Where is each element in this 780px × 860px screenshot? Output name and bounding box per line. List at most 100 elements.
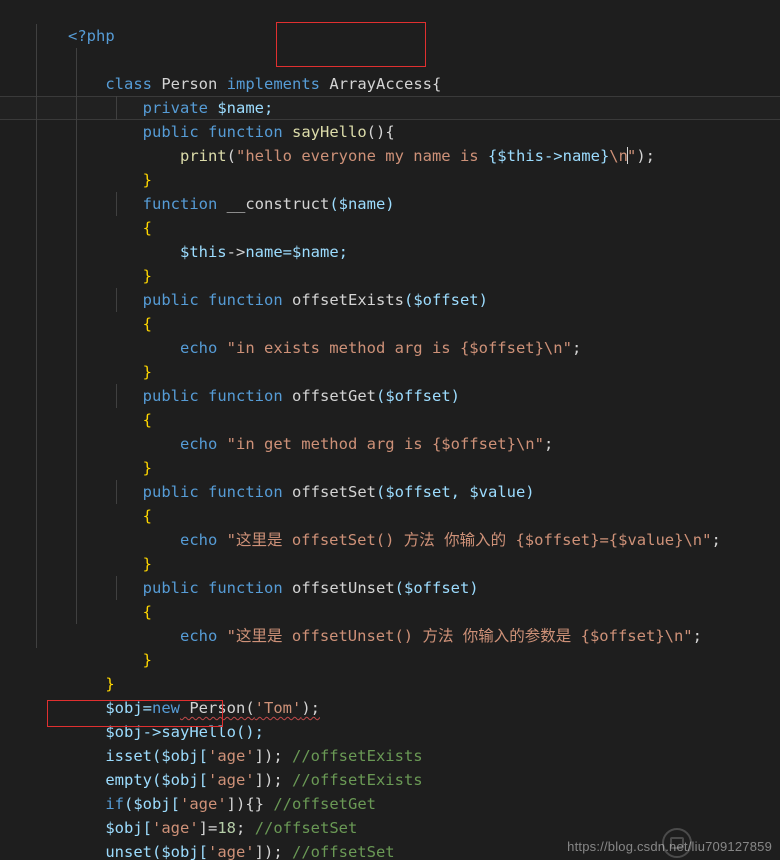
string-literal: "这里是 offsetUnset() 方法 你输入的参数是 {$offset}\… (226, 627, 693, 645)
string-literal: 'age' (207, 843, 255, 860)
keyword-public: public (142, 387, 199, 405)
class-instantiation: Person( (180, 699, 255, 717)
string-literal: 'age' (180, 795, 227, 813)
watermark-url: https://blog.csdn.net/liu709127859 (567, 839, 772, 854)
punctuation: ]); (254, 747, 292, 765)
property-assign: name= (245, 243, 292, 261)
escape-sequence: \n (609, 147, 628, 165)
string-close-quote: " (626, 147, 637, 165)
comment: //offsetGet (273, 795, 376, 813)
keyword-class: class (105, 75, 152, 93)
method-offsetexists: offsetExists (292, 291, 404, 309)
comment: //offsetSet (254, 819, 358, 837)
comment: //offsetExists (291, 771, 423, 789)
number-literal: 18 (217, 819, 237, 837)
code-line[interactable]: $obj=new Person('Tom'); (0, 672, 780, 717)
function-empty: empty($obj[ (105, 771, 208, 789)
assignment-operator: ]= (198, 819, 218, 837)
closing-brace: } (142, 555, 152, 573)
closing-brace-class: } (105, 675, 115, 693)
keyword-function: function (208, 123, 283, 141)
method-construct: __construct (226, 195, 330, 213)
closing-brace: } (142, 267, 152, 285)
opening-brace: { (142, 411, 152, 429)
variable-this: $this (179, 243, 227, 261)
method-sayhello: sayHello (292, 123, 367, 141)
string-literal: 'age' (207, 747, 255, 765)
function-print: print (179, 147, 227, 165)
php-open-tag: <?php (68, 27, 115, 45)
code-line[interactable]: class Person implements ArrayAccess{ (0, 24, 780, 93)
method-call-sayhello: $obj->sayHello(); (105, 723, 264, 741)
punctuation: ( (226, 147, 236, 165)
code-editor[interactable]: <?php class Person implements ArrayAcces… (0, 0, 780, 860)
keyword-function: function (142, 195, 218, 213)
keyword-function: function (208, 291, 283, 309)
keyword-echo: echo (179, 339, 218, 357)
keyword-private: private (142, 99, 208, 117)
closing-brace: } (142, 651, 152, 669)
keyword-public: public (142, 483, 199, 501)
comment: //offsetSet (291, 843, 395, 860)
closing-brace: } (142, 363, 152, 381)
string-literal: "in exists method arg is {$offset}\n" (226, 339, 572, 357)
string-literal: 'Tom' (254, 699, 302, 717)
closing-brace: } (142, 459, 152, 477)
punctuation: ); (301, 699, 320, 717)
code-line[interactable]: private $name; (0, 48, 780, 117)
semicolon: ; (543, 435, 554, 453)
punctuation: ]); (254, 843, 292, 860)
keyword-echo: echo (179, 531, 218, 549)
method-offsetunset: offsetUnset (292, 579, 395, 597)
string-interpolation: {$this->name} (487, 147, 610, 165)
keyword-echo: echo (179, 627, 218, 645)
keyword-function: function (208, 387, 283, 405)
punctuation: (){ (366, 123, 395, 141)
semicolon: ; (236, 819, 255, 837)
function-isset: isset($obj[ (105, 747, 208, 765)
string-literal: "这里是 offsetSet() 方法 你输入的 {$offset}={$val… (226, 531, 712, 549)
closing-brace: } (142, 171, 152, 189)
opening-brace: { (142, 507, 152, 525)
semicolon: ; (711, 531, 721, 549)
method-offsetget: offsetGet (292, 387, 376, 405)
array-access-expression: $obj[ (105, 819, 152, 837)
condition-expression: ($obj[ (124, 795, 180, 813)
string-literal: 'age' (152, 819, 199, 837)
variable-obj: $obj= (105, 699, 152, 717)
opening-brace: { (142, 603, 152, 621)
method-args: ($name) (329, 195, 395, 213)
punctuation: ]){} (226, 795, 274, 813)
keyword-public: public (142, 123, 199, 141)
code-line[interactable]: <?php (0, 0, 780, 45)
method-args: ($offset) (376, 387, 460, 405)
method-args: ($offset, $value) (376, 483, 535, 501)
opening-brace: { (142, 219, 152, 237)
function-unset: unset($obj[ (105, 843, 208, 860)
opening-brace: { (142, 315, 152, 333)
keyword-function: function (208, 483, 283, 501)
interface-arrayaccess: ArrayAccess{ (329, 75, 442, 93)
method-args: ($offset) (394, 579, 479, 597)
string-literal: "in get method arg is {$offset}\n" (226, 435, 544, 453)
property-name: $name; (217, 99, 274, 117)
semicolon: ; (692, 627, 702, 645)
variable-name: $name; (292, 243, 348, 261)
method-offsetset: offsetSet (292, 483, 376, 501)
arrow-operator: -> (226, 243, 246, 261)
semicolon: ; (571, 339, 582, 357)
keyword-public: public (142, 291, 199, 309)
punctuation: ]); (254, 771, 292, 789)
punctuation: ); (636, 147, 655, 165)
string-literal: 'age' (207, 771, 255, 789)
keyword-implements: implements (226, 75, 321, 93)
keyword-function: function (208, 579, 283, 597)
keyword-echo: echo (179, 435, 218, 453)
string-literal: "hello everyone my name is (236, 147, 488, 165)
keyword-new: new (152, 699, 180, 717)
keyword-if: if (105, 795, 124, 813)
keyword-public: public (142, 579, 199, 597)
comment: //offsetExists (291, 747, 423, 765)
class-name-person: Person (161, 75, 218, 93)
code-content[interactable]: <?php class Person implements ArrayAcces… (0, 0, 780, 860)
